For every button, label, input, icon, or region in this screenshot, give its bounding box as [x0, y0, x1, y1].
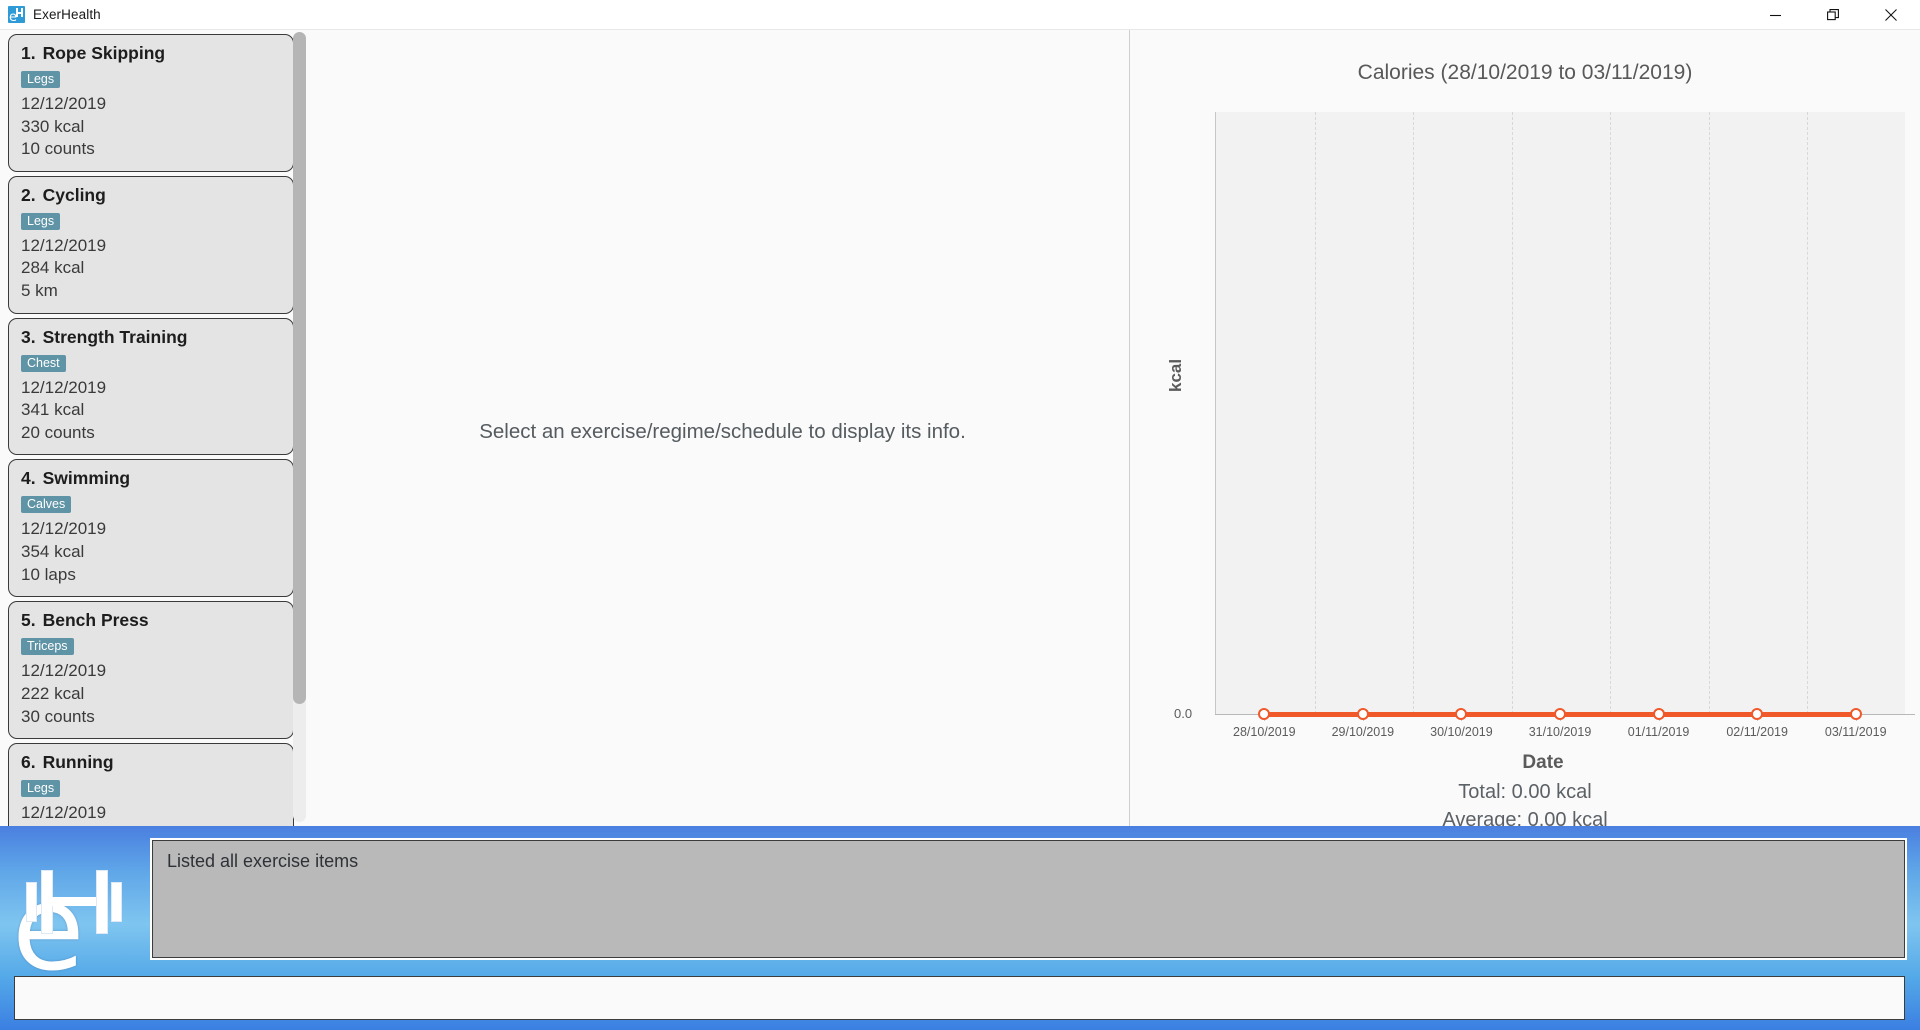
exercise-card-tag: Calves	[21, 496, 72, 514]
chart-x-tick-label: 29/10/2019	[1331, 725, 1395, 739]
chart-gridline	[1610, 112, 1612, 714]
exercise-card[interactable]: 1. Rope Skipping Legs 12/12/2019 330 kcal 10 …	[8, 34, 294, 172]
chart-data-point[interactable]	[1554, 708, 1566, 720]
exercise-card-calories: 354 kcal	[21, 542, 85, 562]
exercise-card[interactable]: 5. Bench Press Triceps 12/12/2019 222 kcal 30…	[8, 601, 294, 740]
exercise-card[interactable]: 2. Cycling Legs 12/12/2019 284 kcal 5 km	[8, 175, 294, 314]
chart-panel: Calories (28/10/2019 to 03/11/2019) kcal…	[1130, 30, 1920, 831]
exercise-card-date: 12/12/2019	[21, 661, 107, 681]
main-body: 1. Rope Skipping Legs 12/12/2019 330 kcal 10 …	[0, 30, 1920, 831]
exercise-card-title: 2. Cycling	[21, 185, 281, 206]
exercise-card-name: Bench Press	[42, 610, 149, 631]
exercise-card-title: 6. Running	[21, 752, 281, 773]
exercise-card-title: 1. Rope Skipping	[21, 43, 281, 64]
chart-gridline	[1708, 112, 1710, 714]
chart-data-point[interactable]	[1652, 708, 1665, 720]
exercise-card[interactable]: 4. Swimming Calves 12/12/2019 354 kcal 10 lap…	[8, 459, 294, 598]
exercise-card-tag: Legs	[21, 212, 61, 230]
exercise-card-date: 12/12/2019	[21, 94, 107, 113]
window-controls	[1746, 0, 1920, 30]
chart-title: Calories (28/10/2019 to 03/11/2019)	[1357, 61, 1693, 84]
exercise-card-metric: 5 km	[21, 281, 58, 301]
chart-gridline	[1314, 112, 1316, 714]
exercise-card-date: 12/12/2019	[21, 803, 107, 823]
chart-data-point[interactable]	[1751, 708, 1764, 720]
close-icon[interactable]	[1862, 0, 1920, 30]
exercise-card-date: 12/12/2019	[21, 519, 107, 539]
detail-panel: Select an exercise/regime/schedule to di…	[316, 30, 1130, 826]
exercise-card-index: 1.	[21, 43, 36, 63]
title-bar: e ExerHealth	[0, 0, 1920, 30]
console-output: Listed all exercise items	[150, 838, 1907, 960]
exercise-card-date: 12/12/2019	[21, 235, 107, 255]
chart-x-tick-label: 01/11/2019	[1627, 725, 1690, 739]
chart-data-point[interactable]	[1455, 708, 1468, 720]
scrollbar-thumb[interactable]	[293, 32, 306, 704]
exerhealth-dumbbell-logo: e	[10, 834, 140, 987]
exercise-card-tag: Legs	[21, 71, 61, 88]
exercise-card-name: Rope Skipping	[42, 43, 166, 63]
exercise-card-tag: Legs	[21, 780, 61, 798]
chart-total-label: Total: 0.00 kcal	[1458, 781, 1592, 803]
exercise-card-title: 3. Strength Training	[21, 327, 281, 348]
exercise-card-title: 5. Bench Press	[21, 610, 281, 631]
exercise-card-calories: 341 kcal	[21, 400, 85, 420]
exercise-card-tag: Chest	[21, 354, 66, 372]
chart-y-axis-label: kcal	[1166, 358, 1185, 392]
exercise-card-metric: 10 laps	[21, 564, 76, 584]
exercise-card[interactable]: 6. Running Legs 12/12/2019	[8, 743, 294, 826]
exercise-card-index: 3.	[21, 326, 36, 347]
exercise-card-name: Running	[42, 752, 114, 773]
restore-icon[interactable]	[1804, 0, 1862, 30]
chart-data-point[interactable]	[1258, 708, 1271, 720]
exercise-list-scrollbar[interactable]	[293, 32, 306, 822]
exercise-card-name: Strength Training	[42, 326, 188, 347]
exercise-card-metric: 30 counts	[21, 706, 95, 726]
chart-x-tick-label: 28/10/2019	[1233, 725, 1296, 739]
exercise-card-calories: 284 kcal	[21, 258, 85, 278]
detail-placeholder-message: Select an exercise/regime/schedule to di…	[479, 420, 966, 443]
exercise-card-metric: 10 counts	[21, 139, 95, 159]
console-input[interactable]	[14, 976, 1905, 1020]
exercise-card-index: 6.	[21, 752, 36, 773]
exercise-card-calories: 330 kcal	[21, 116, 85, 136]
exercise-card-name: Swimming	[42, 468, 131, 489]
minimize-icon[interactable]	[1746, 0, 1804, 30]
exercise-card-date: 12/12/2019	[21, 377, 107, 397]
console-panel: e Listed all exercise items	[0, 826, 1920, 1030]
exercise-card-metric: 20 counts	[21, 422, 95, 442]
exercise-card-tag: Triceps	[21, 638, 74, 656]
exercise-card-index: 2.	[21, 184, 36, 205]
chart-x-axis-label: Date	[1522, 752, 1564, 773]
chart-data-point[interactable]	[1849, 708, 1862, 720]
exercise-card-calories: 222 kcal	[21, 683, 85, 703]
chart-x-tick-label: 03/11/2019	[1824, 725, 1887, 739]
exercise-card-index: 4.	[21, 468, 36, 489]
chart-x-tick-label: 02/11/2019	[1726, 725, 1788, 739]
chart-y-tick-0: 0.0	[1174, 706, 1193, 721]
exercise-list: 1. Rope Skipping Legs 12/12/2019 330 kcal 10 …	[0, 30, 300, 826]
chart-area: kcal 0.0 28/10/2019 29/10/2019 30/10/2019 3…	[1166, 102, 1920, 773]
chart-gridline	[1807, 112, 1809, 714]
exerhealth-app-icon: e	[8, 6, 25, 24]
chart-gridline	[1413, 112, 1415, 714]
exercise-card-index: 5.	[21, 610, 36, 631]
chart-x-tick-label: 30/10/2019	[1430, 725, 1493, 739]
chart-x-tick-label: 31/10/2019	[1528, 725, 1592, 739]
exercise-card-title: 4. Swimming	[21, 468, 281, 489]
exercise-card-name: Cycling	[42, 184, 106, 205]
exercise-card[interactable]: 3. Strength Training Chest 12/12/2019 341 kc…	[8, 317, 294, 456]
exercise-list-panel[interactable]: 1. Rope Skipping Legs 12/12/2019 330 kcal 10 …	[0, 30, 316, 826]
window-title: ExerHealth	[33, 7, 101, 22]
chart-data-point[interactable]	[1356, 708, 1369, 720]
chart-gridline	[1511, 112, 1513, 714]
chart-plot-area	[1215, 112, 1905, 714]
